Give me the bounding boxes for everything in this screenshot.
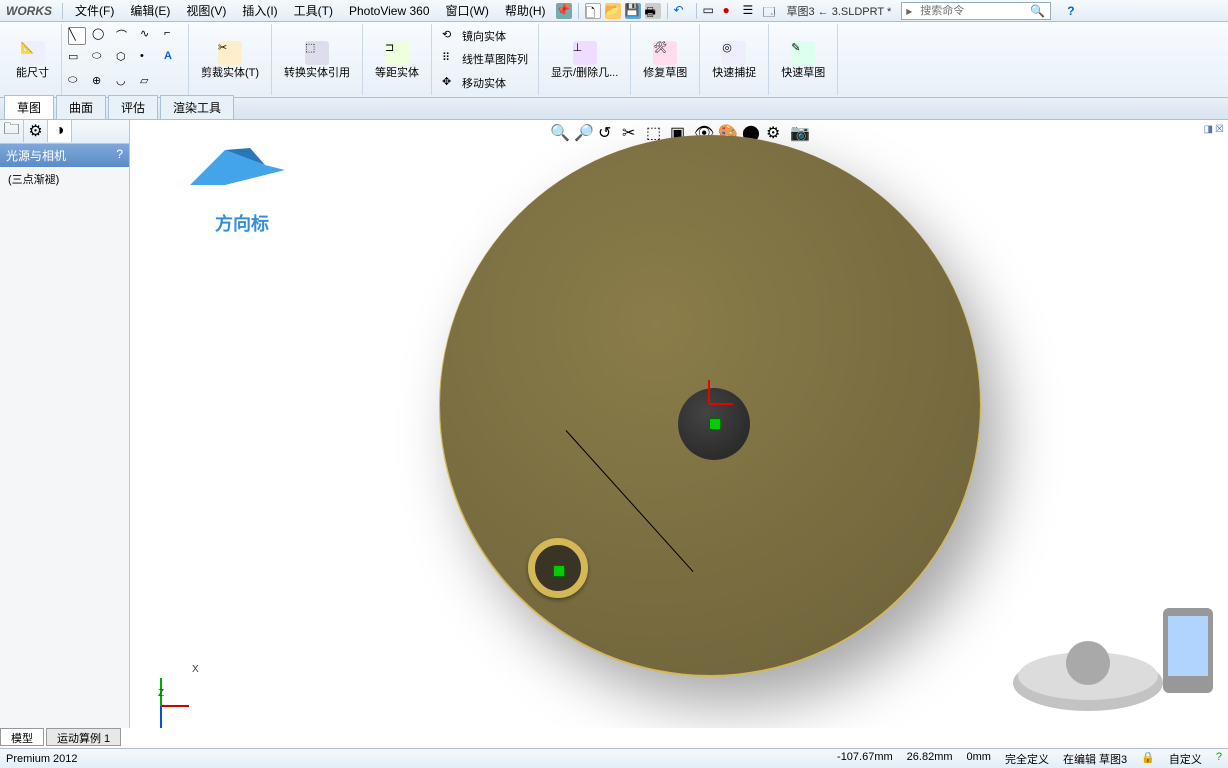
smart-dimension-button[interactable]: 📐 能尺寸 bbox=[10, 39, 55, 81]
menu-help[interactable]: 帮助(H) bbox=[497, 2, 554, 19]
panel-header: 光源与相机 ? bbox=[0, 144, 129, 167]
watermark-logo: 方向标 bbox=[170, 130, 300, 240]
command-tabs: 草图 曲面 评估 渲染工具 bbox=[0, 98, 1228, 120]
spline-icon[interactable]: ∿ bbox=[140, 27, 158, 45]
sketch-point-origin[interactable] bbox=[709, 418, 721, 430]
status-version: Premium 2012 bbox=[6, 753, 78, 765]
tab-motion-study[interactable]: 运动算例 1 bbox=[46, 728, 121, 746]
help-button[interactable]: ? bbox=[1059, 4, 1082, 18]
pushpin-icon[interactable]: 📌 bbox=[556, 3, 572, 19]
rebuild-icon[interactable]: ● bbox=[723, 3, 739, 19]
repair-sketch-button[interactable]: 🛠修复草图 bbox=[637, 39, 693, 81]
open-icon[interactable]: 📂 bbox=[605, 3, 621, 19]
section-view-icon[interactable]: ✂ bbox=[621, 122, 641, 142]
status-help-icon[interactable]: ? bbox=[1216, 751, 1222, 767]
feature-manager-panel: 🗀 ⚙ ◑ 光源与相机 ? (三点渐褪) bbox=[0, 120, 130, 728]
status-custom[interactable]: 自定义 bbox=[1169, 751, 1202, 767]
menu-insert[interactable]: 插入(I) bbox=[234, 2, 285, 19]
menu-edit[interactable]: 编辑(E) bbox=[122, 2, 178, 19]
prev-view-icon[interactable]: ↺ bbox=[597, 122, 617, 142]
tab-model[interactable]: 模型 bbox=[0, 728, 44, 746]
menu-file[interactable]: 文件(F) bbox=[67, 2, 122, 19]
status-coord-x: -107.67mm bbox=[837, 751, 893, 767]
display-delete-button[interactable]: ⊥显示/删除几... bbox=[545, 39, 624, 81]
search-input[interactable] bbox=[916, 5, 1026, 17]
ellipse-icon[interactable]: ⬭ bbox=[68, 74, 86, 92]
status-coord-z: 0mm bbox=[967, 751, 991, 767]
command-icon: ▸ bbox=[902, 4, 916, 18]
text-icon[interactable]: A bbox=[164, 50, 182, 68]
zoom-area-icon[interactable]: 🔎 bbox=[573, 122, 593, 142]
status-coord-y: 26.82mm bbox=[907, 751, 953, 767]
parabola-icon[interactable]: ◡ bbox=[116, 74, 134, 92]
panel-close-icon[interactable]: ☒ bbox=[1215, 124, 1224, 135]
panel-hide-icon[interactable]: ◨ bbox=[1204, 124, 1213, 135]
sketch-point-end[interactable] bbox=[553, 565, 565, 577]
render-tools-icon[interactable]: 📷 bbox=[789, 122, 809, 142]
zoom-fit-icon[interactable]: 🔍 bbox=[549, 122, 569, 142]
panel-help-icon[interactable]: ? bbox=[116, 147, 123, 164]
tab-evaluate[interactable]: 评估 bbox=[108, 95, 158, 119]
offset-button[interactable]: ⊐等距实体 bbox=[369, 39, 425, 81]
svg-text:方向标: 方向标 bbox=[215, 213, 269, 234]
tab-render[interactable]: 渲染工具 bbox=[160, 95, 234, 119]
menu-tools[interactable]: 工具(T) bbox=[286, 2, 341, 19]
tab-surface[interactable]: 曲面 bbox=[56, 95, 106, 119]
status-bar: Premium 2012 -107.67mm 26.82mm 0mm 完全定义 … bbox=[0, 748, 1228, 768]
ribbon: 📐 能尺寸 ╲ ◯ ⌒ ∿ ⌐ ▭ ⬭ ⬡ • A ⬭ ⊕ ◡ ▱ ✂剪裁实体(… bbox=[0, 22, 1228, 98]
save-icon[interactable]: 💾 bbox=[625, 3, 641, 19]
print-icon[interactable]: 🖶 bbox=[645, 3, 661, 19]
circle-icon[interactable]: ◯ bbox=[92, 27, 110, 45]
pattern-button[interactable]: ⠿线性草图阵列 bbox=[438, 50, 532, 68]
centerline-icon[interactable]: ⊕ bbox=[92, 74, 110, 92]
undo-icon[interactable]: ↶ bbox=[674, 3, 690, 19]
panel-item-light[interactable]: (三点渐褪) bbox=[0, 167, 129, 191]
panel-tab-tree[interactable]: 🗀 bbox=[0, 120, 24, 142]
status-lock-icon[interactable]: 🔒 bbox=[1141, 751, 1155, 767]
rect-icon[interactable]: ▭ bbox=[68, 50, 86, 68]
menu-window[interactable]: 窗口(W) bbox=[438, 2, 497, 19]
status-editing: 在编辑 草图3 bbox=[1063, 751, 1127, 767]
view-settings-icon[interactable]: ⚙ bbox=[765, 122, 785, 142]
quick-snap-button[interactable]: ◎快速捕捉 bbox=[706, 39, 762, 81]
mirror-button[interactable]: ⟲镜向实体 bbox=[438, 27, 532, 45]
menubar: WORKS 文件(F) 编辑(E) 视图(V) 插入(I) 工具(T) Phot… bbox=[0, 0, 1228, 22]
new-icon[interactable]: 🗋 bbox=[585, 3, 601, 19]
convert-button[interactable]: ⬚转换实体引用 bbox=[278, 39, 356, 81]
sketch-tools-group: ╲ ◯ ⌒ ∿ ⌐ ▭ ⬭ ⬡ • A ⬭ ⊕ ◡ ▱ bbox=[62, 24, 189, 95]
quick-sketch-button[interactable]: ✎快速草图 bbox=[775, 39, 831, 81]
menu-view[interactable]: 视图(V) bbox=[178, 2, 234, 19]
options-icon[interactable]: ☰ bbox=[743, 3, 759, 19]
tab-sketch[interactable]: 草图 bbox=[4, 95, 54, 119]
move-button[interactable]: ✥移动实体 bbox=[438, 74, 532, 92]
document-name: 草图3 ← 3.SLDPRT * bbox=[781, 3, 898, 19]
viewport[interactable]: 🔍 🔎 ↺ ✂ ⬚ ▣ 👁 🎨 ⬤ ⚙ 📷 方向标 X Z bbox=[130, 120, 1228, 728]
panel-tab-display[interactable]: ◑ bbox=[48, 120, 72, 142]
polygon-icon[interactable]: ⬡ bbox=[116, 50, 134, 68]
search-box[interactable]: ▸ 🔍 bbox=[901, 2, 1051, 20]
panel-controls: ◨ ☒ bbox=[1204, 124, 1224, 135]
watermark-gadget bbox=[998, 588, 1228, 718]
line-icon[interactable]: ╲ bbox=[68, 27, 86, 45]
status-defined: 完全定义 bbox=[1005, 751, 1049, 767]
search-icon[interactable]: 🔍 bbox=[1026, 4, 1049, 18]
fillet-icon[interactable]: ⌐ bbox=[164, 27, 182, 45]
slot-icon[interactable]: ⬭ bbox=[92, 50, 110, 68]
point-icon[interactable]: • bbox=[140, 50, 158, 68]
app-logo: WORKS bbox=[0, 4, 58, 18]
bottom-tabs: 模型 运动算例 1 bbox=[0, 728, 123, 746]
select-icon[interactable]: ▭ bbox=[703, 3, 719, 19]
arc-icon[interactable]: ⌒ bbox=[116, 27, 134, 45]
settings-icon[interactable]: 🗔 bbox=[763, 3, 779, 19]
menu-photoview[interactable]: PhotoView 360 bbox=[341, 4, 438, 18]
panel-tab-config[interactable]: ⚙ bbox=[24, 120, 48, 142]
plane-icon[interactable]: ▱ bbox=[140, 74, 158, 92]
trim-button[interactable]: ✂剪裁实体(T) bbox=[195, 39, 265, 81]
